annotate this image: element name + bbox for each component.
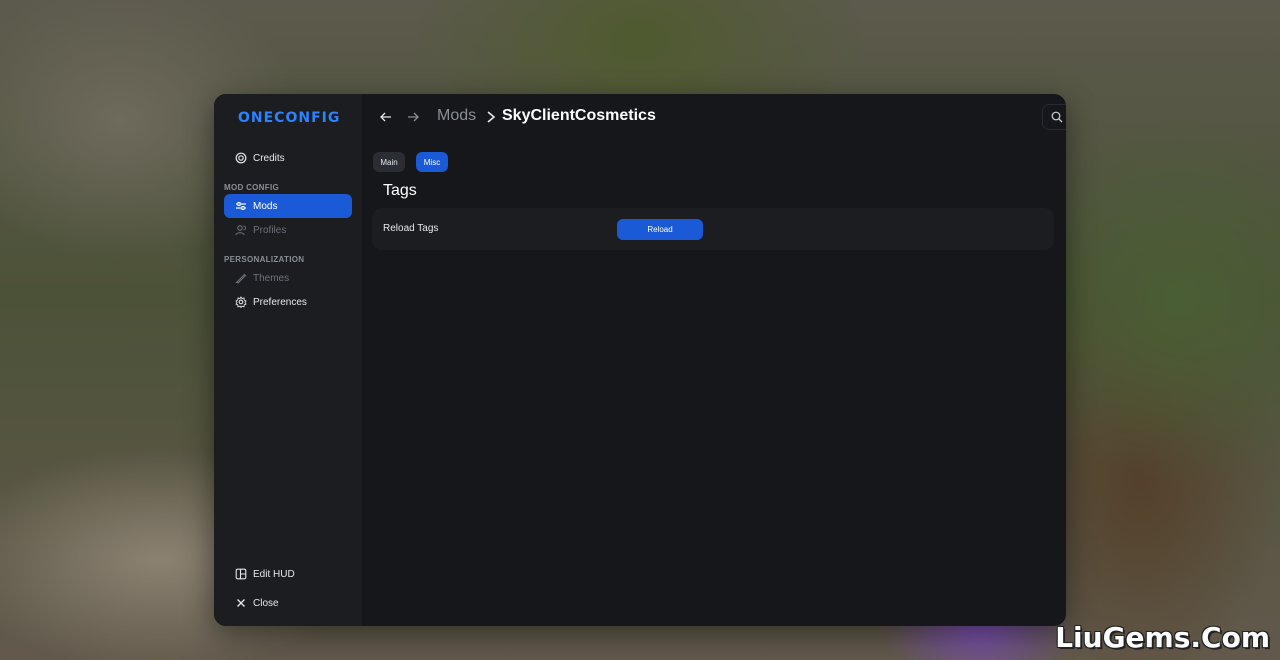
chevron-right-icon bbox=[487, 111, 496, 123]
gear-icon bbox=[235, 296, 247, 308]
section-label-personalization: PERSONALIZATION bbox=[224, 255, 305, 264]
sidebar-item-label: Themes bbox=[253, 272, 290, 284]
breadcrumb-current: SkyClientCosmetics bbox=[502, 107, 656, 124]
search-box[interactable] bbox=[1042, 104, 1066, 130]
sidebar-item-edit-hud[interactable]: Edit HUD bbox=[224, 562, 352, 586]
credits-icon bbox=[235, 152, 247, 164]
sidebar-item-label: Mods bbox=[253, 200, 278, 212]
sidebar-item-close[interactable]: Close bbox=[224, 591, 352, 615]
forward-button[interactable] bbox=[404, 108, 422, 126]
sliders-icon bbox=[235, 200, 247, 212]
tab-misc[interactable]: Misc bbox=[416, 152, 448, 172]
sidebar-item-profiles[interactable]: Profiles bbox=[224, 218, 352, 242]
sidebar-item-credits[interactable]: Credits bbox=[224, 146, 352, 170]
breadcrumb-parent[interactable]: Mods bbox=[437, 107, 476, 125]
reload-button[interactable]: Reload bbox=[617, 219, 703, 240]
sidebar-item-themes[interactable]: Themes bbox=[224, 266, 352, 290]
arrow-right-icon bbox=[408, 112, 419, 122]
close-icon bbox=[235, 597, 247, 609]
option-row-reload-tags: Reload Tags Reload bbox=[372, 208, 1054, 250]
sidebar-item-label: Edit HUD bbox=[253, 568, 295, 580]
sidebar-item-label: Close bbox=[253, 597, 279, 609]
watermark-text: LiuGems.Com bbox=[1055, 621, 1270, 654]
sidebar-item-label: Profiles bbox=[253, 224, 287, 236]
sidebar-item-preferences[interactable]: Preferences bbox=[224, 290, 352, 314]
layout-icon bbox=[235, 568, 247, 580]
brush-icon bbox=[235, 272, 247, 284]
section-title: Tags bbox=[383, 182, 417, 199]
option-label: Reload Tags bbox=[383, 223, 439, 234]
sidebar-item-label: Credits bbox=[253, 152, 285, 164]
arrow-left-icon bbox=[380, 112, 391, 122]
search-icon bbox=[1051, 111, 1063, 123]
sidebar-item-label: Preferences bbox=[253, 296, 307, 308]
users-icon bbox=[235, 224, 247, 236]
oneconfig-logo: ONECONFIG bbox=[238, 110, 341, 126]
back-button[interactable] bbox=[377, 108, 395, 126]
oneconfig-window: ONECONFIG Credits MOD CONFIG Mods Profil… bbox=[214, 94, 1066, 626]
sidebar-item-mods[interactable]: Mods bbox=[224, 194, 352, 218]
header: Mods SkyClientCosmetics bbox=[362, 94, 1066, 140]
section-label-mod-config: MOD CONFIG bbox=[224, 183, 279, 192]
tab-main[interactable]: Main bbox=[373, 152, 405, 172]
sidebar: ONECONFIG Credits MOD CONFIG Mods Profil… bbox=[214, 94, 362, 626]
